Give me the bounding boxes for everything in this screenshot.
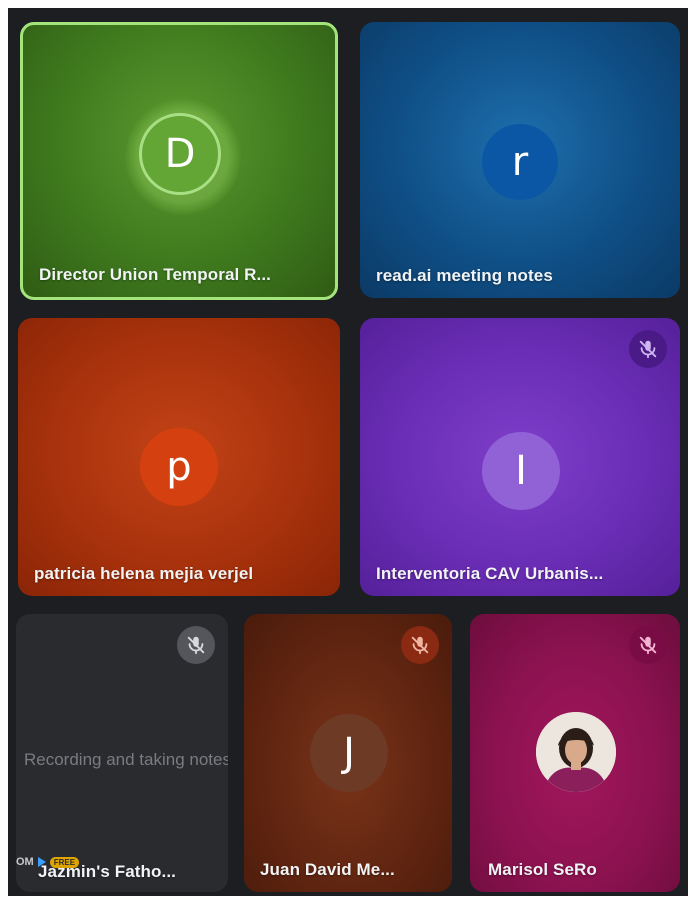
avatar: r	[482, 124, 558, 200]
participant-name: Director Union Temporal R...	[39, 265, 272, 284]
avatar-photo	[536, 712, 616, 792]
participant-name: Juan David Me...	[260, 860, 395, 879]
mic-off-icon	[177, 626, 215, 664]
strip-text: OM	[16, 856, 34, 868]
participant-tile-marisol[interactable]: Marisol SeRo	[470, 614, 680, 892]
participant-name: Marisol SeRo	[488, 860, 597, 879]
mic-off-icon	[401, 626, 439, 664]
participant-tile-readai[interactable]: r read.ai meeting notes	[360, 22, 680, 298]
participant-name: Jazmin's Fatho...	[38, 862, 176, 881]
participant-tile-patricia[interactable]: p patricia helena mejia verjel	[18, 318, 340, 596]
avatar: p	[140, 428, 218, 506]
participant-tile-juan[interactable]: J Juan David Me...	[244, 614, 452, 892]
participant-tile-fathom[interactable]: Recording and taking notes OM FREE Jazmi…	[16, 614, 228, 892]
participant-name: Interventoria CAV Urbanis...	[376, 564, 604, 583]
avatar: I	[482, 432, 560, 510]
screen-share-text: Recording and taking notes	[24, 750, 228, 769]
participant-name: read.ai meeting notes	[376, 266, 553, 285]
mic-off-icon	[629, 626, 667, 664]
participant-name: patricia helena mejia verjel	[34, 564, 254, 583]
participant-grid: D Director Union Temporal R... r read.ai…	[8, 8, 688, 896]
avatar: D	[139, 113, 221, 195]
avatar: J	[310, 714, 388, 792]
participant-tile-interventoria[interactable]: I Interventoria CAV Urbanis...	[360, 318, 680, 596]
mic-off-icon	[629, 330, 667, 368]
participant-tile-director[interactable]: D Director Union Temporal R...	[20, 22, 338, 300]
